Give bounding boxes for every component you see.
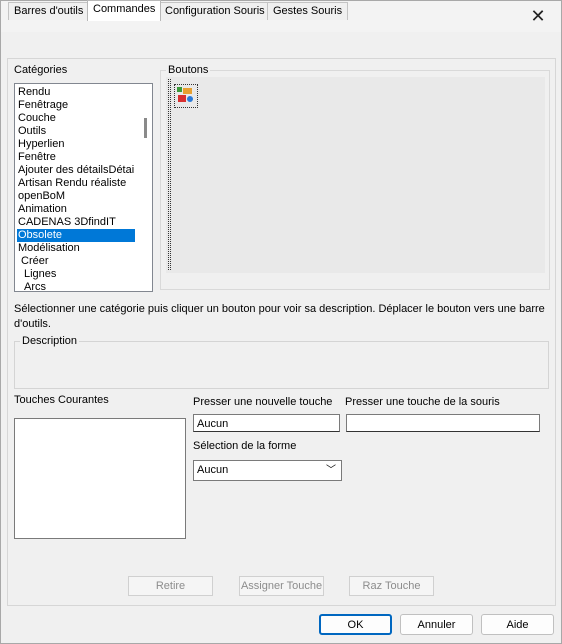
category-item[interactable]: openBoM [17, 190, 135, 203]
shape-select[interactable]: Aucun ﹀ [193, 460, 342, 481]
chevron-down-icon: ﹀ [326, 465, 336, 476]
tab-commands[interactable]: Commandes [87, 0, 162, 21]
category-item[interactable]: Fenêtre [17, 151, 135, 164]
remove-button[interactable]: Retire [128, 576, 213, 596]
category-item[interactable]: Couche [17, 112, 135, 125]
category-item[interactable]: Hyperlien [17, 138, 135, 151]
cancel-button[interactable]: Annuler [400, 614, 473, 635]
current-keys-list[interactable] [14, 418, 186, 539]
mouse-key-input[interactable] [346, 414, 540, 432]
shape-label: Sélection de la forme [193, 440, 297, 452]
help-button[interactable]: Aide [481, 614, 554, 635]
tab-toolbars[interactable]: Barres d'outils [8, 2, 90, 20]
reset-key-button[interactable]: Raz Touche [349, 576, 434, 596]
tab-mouse-gestures[interactable]: Gestes Souris [267, 2, 349, 20]
buttons-area [166, 77, 545, 273]
new-key-label: Presser une nouvelle touche [193, 396, 333, 408]
scroll-thumb[interactable] [144, 118, 147, 138]
category-item[interactable]: Lignes [17, 268, 141, 281]
description-groupbox [14, 341, 549, 389]
new-key-input[interactable]: Aucun [193, 414, 340, 432]
category-item[interactable]: Obsolete [17, 229, 135, 242]
category-item[interactable]: Animation [17, 203, 135, 216]
categories-scrollbar[interactable] [137, 84, 152, 291]
category-item[interactable]: Artisan Rendu réaliste [17, 177, 135, 190]
category-item[interactable]: Créer [17, 255, 138, 268]
current-keys-label: Touches Courantes [14, 394, 109, 406]
category-item[interactable]: Modélisation [17, 242, 135, 255]
category-item[interactable]: Ajouter des détailsDétai [17, 164, 135, 177]
buttons-group-label: Boutons [166, 64, 211, 76]
tab-mouse-config[interactable]: Configuration Souris [159, 2, 271, 20]
categories-list[interactable]: Rendu Fenêtrage Couche Outils Hyperlien Fenêt… [14, 83, 153, 292]
shape-select-value: Aucun [197, 464, 229, 476]
mouse-key-label: Presser une touche de la souris [345, 396, 500, 408]
close-icon[interactable]: ✕ [515, 1, 561, 32]
ok-button[interactable]: OK [319, 614, 392, 635]
category-item[interactable]: Outils [17, 125, 135, 138]
toolbar-grip-2 [170, 79, 172, 270]
description-label: Description [20, 335, 80, 347]
category-item[interactable]: Fenêtrage [17, 99, 135, 112]
category-item[interactable]: Rendu [17, 86, 135, 99]
category-item[interactable]: CADENAS 3DfindIT [17, 216, 135, 229]
assign-key-button[interactable]: Assigner Touche [239, 576, 324, 596]
category-item[interactable]: Arcs [17, 281, 141, 291]
obsolete-command-icon[interactable] [174, 84, 198, 108]
help-text: Sélectionner une catégorie puis cliquer … [14, 303, 545, 330]
categories-label: Catégories [14, 64, 68, 76]
